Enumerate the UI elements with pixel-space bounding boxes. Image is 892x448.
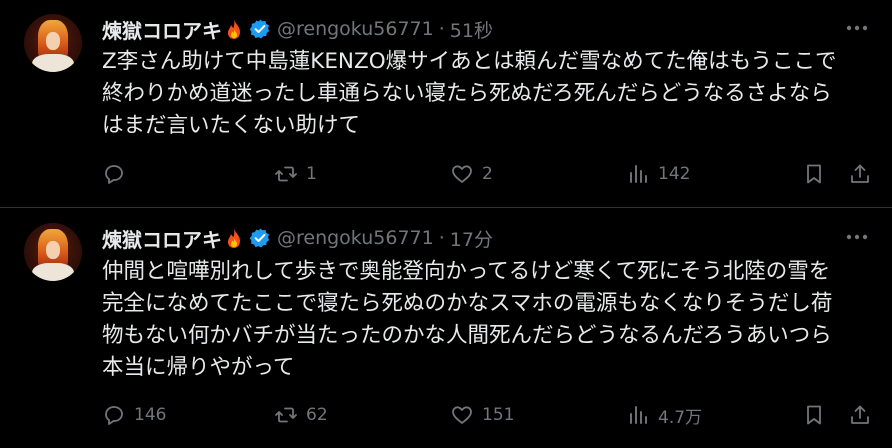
display-name[interactable]: 煉獄コロアキ xyxy=(102,15,222,44)
reply-icon xyxy=(105,406,123,425)
like-button[interactable]: 2 xyxy=(450,159,493,189)
more-icon[interactable] xyxy=(844,18,870,38)
tweet-actions: 146 62 151 4.7万 xyxy=(102,400,872,430)
tweet-header: 煉獄コロアキ @rengoku56771 · 51秒 xyxy=(102,14,493,44)
verified-icon xyxy=(249,228,270,248)
retweet-button[interactable]: 62 xyxy=(274,400,328,430)
separator: · xyxy=(438,227,445,249)
avatar[interactable] xyxy=(24,223,82,281)
retweet-icon xyxy=(275,407,297,423)
tweet-text: Z李さん助けて中島蓮KENZO爆サイあとは頼んだ雪なめてた俺はもうここで 終わり… xyxy=(102,49,837,138)
retweet-count: 62 xyxy=(306,405,328,425)
more-icon[interactable] xyxy=(844,227,870,247)
reply-icon xyxy=(105,165,123,184)
display-name[interactable]: 煉獄コロアキ xyxy=(102,224,222,253)
fire-icon xyxy=(228,228,240,248)
verified-icon xyxy=(249,19,270,39)
share-button[interactable] xyxy=(848,159,872,189)
like-count: 151 xyxy=(482,405,515,425)
reply-button[interactable]: 146 xyxy=(102,400,166,430)
retweet-count: 1 xyxy=(306,164,317,184)
bookmark-icon xyxy=(807,164,821,184)
views-button[interactable]: 4.7万 xyxy=(626,400,702,430)
retweet-button[interactable]: 1 xyxy=(274,159,317,189)
timeline: 煉獄コロアキ @rengoku56771 · 51秒 Z李さん助けて中島蓮KEN… xyxy=(0,0,892,448)
timestamp[interactable]: 17分 xyxy=(450,225,493,252)
tweet-text: 仲間と喧嘩別れして歩きで奥能登向かってるけど寒くて死にそう北陸の雪を 完全になめ… xyxy=(102,259,833,380)
timestamp[interactable]: 51秒 xyxy=(450,16,493,43)
tweet-header: 煉獄コロアキ @rengoku56771 · 17分 xyxy=(102,223,493,253)
reply-button[interactable] xyxy=(102,159,134,189)
tweet[interactable]: 煉獄コロアキ @rengoku56771 · 51秒 Z李さん助けて中島蓮KEN… xyxy=(0,0,892,208)
bookmark-icon xyxy=(807,405,821,425)
separator: · xyxy=(438,18,445,40)
views-icon xyxy=(630,165,647,183)
like-count: 2 xyxy=(482,164,493,184)
reply-count: 146 xyxy=(134,405,167,425)
handle[interactable]: @rengoku56771 xyxy=(277,227,434,249)
tweet[interactable]: 煉獄コロアキ @rengoku56771 · 17分 仲間と喧嘩別れして歩きで奥… xyxy=(0,209,892,448)
share-icon xyxy=(851,164,869,183)
bookmark-button[interactable] xyxy=(802,400,826,430)
like-button[interactable]: 151 xyxy=(450,400,514,430)
fire-icon xyxy=(228,19,240,39)
views-count: 4.7万 xyxy=(658,407,703,428)
avatar[interactable] xyxy=(24,14,82,72)
views-count: 142 xyxy=(658,164,691,184)
like-icon xyxy=(452,165,472,183)
tweet-actions: 1 2 142 xyxy=(102,159,872,189)
share-icon xyxy=(851,405,869,424)
handle[interactable]: @rengoku56771 xyxy=(277,18,434,40)
views-icon xyxy=(630,406,647,424)
share-button[interactable] xyxy=(848,400,872,430)
like-icon xyxy=(452,406,472,424)
retweet-icon xyxy=(275,166,297,182)
bookmark-button[interactable] xyxy=(802,159,826,189)
views-button[interactable]: 142 xyxy=(626,159,690,189)
